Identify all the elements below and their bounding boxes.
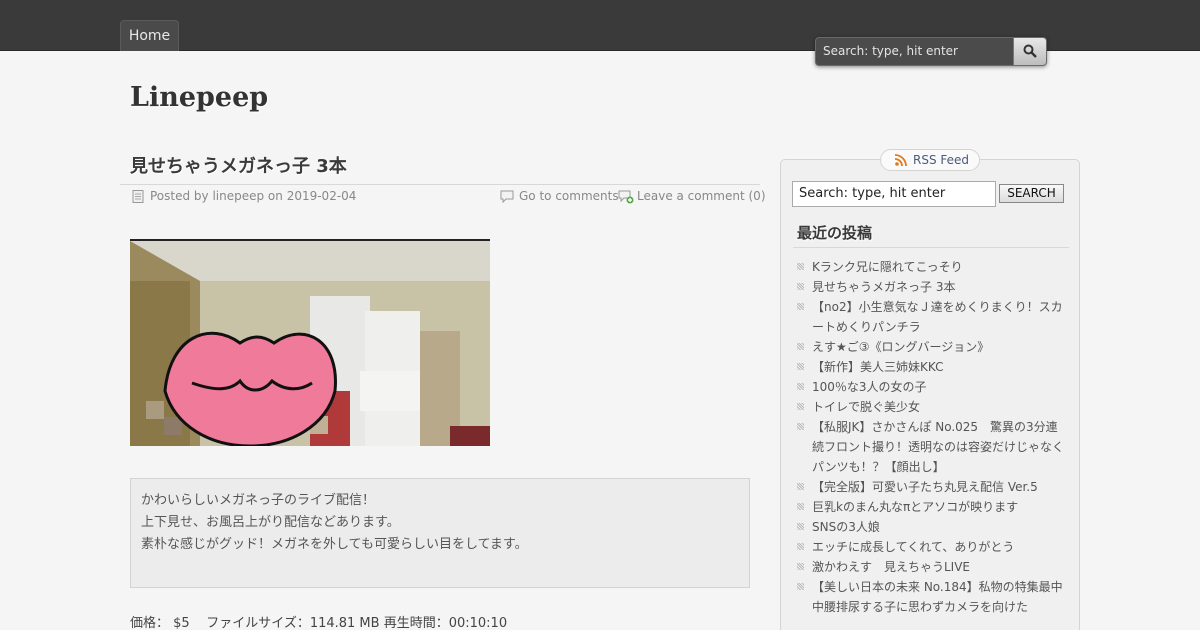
recent-posts-heading: 最近の投稿 [797, 224, 873, 242]
description-line: 上下見せ、お風呂上がり配信などあります。 [141, 515, 400, 530]
go-to-comments-label: Go to comments [519, 189, 619, 203]
document-icon [132, 190, 144, 203]
sidebar-search-input[interactable]: Search: type, hit enter [792, 181, 996, 207]
recent-post-link[interactable]: SNSの3人娘 [796, 517, 1064, 537]
recent-post-link[interactable]: 巨乳kのまん丸なπとアソコが映ります [796, 497, 1064, 517]
recent-post-link[interactable]: 【完全版】可愛い子たち丸見え配信 Ver.5 [796, 477, 1064, 497]
add-comment-icon [618, 190, 634, 204]
recent-post-link[interactable]: エッチに成長してくれて、ありがとう [796, 537, 1064, 557]
site-title[interactable]: Linepeep [130, 82, 268, 113]
post-meta: Posted by linepeep on 2019-02-04 Go to c… [130, 189, 766, 205]
rss-feed-link[interactable]: RSS Feed [880, 149, 980, 171]
rss-feed-label: RSS Feed [913, 153, 970, 167]
recent-post-link[interactable]: 【美しい日本の未来 No.184】私物の特集最中 中腰排尿する子に思わずカメラを… [796, 577, 1075, 617]
comment-bubble-icon [500, 190, 514, 203]
sidebar-search-button[interactable]: SEARCH [999, 184, 1064, 203]
recent-posts-divider [793, 247, 1069, 248]
description-line: かわいらしいメガネっ子のライブ配信！ [141, 493, 376, 508]
leave-comment-label: Leave a comment (0) [637, 189, 766, 203]
recent-post-link[interactable]: 100％な3人の女の子 [796, 377, 1064, 397]
recent-post-link[interactable]: 【私服JK】さかさんぽ No.025 驚異の3分連続フロント撮り！透明なのは容姿… [796, 417, 1064, 477]
price-filesize-duration: 価格： $5 ファイルサイズ：114.81 MB 再生時間：00:10:10 [130, 616, 508, 630]
recent-posts-list: Kランク兄に隠れてこっそり 見せちゃうメガネっ子 3本 【no2】小生意気なＪ達… [796, 257, 1075, 617]
recent-post-link[interactable]: Kランク兄に隠れてこっそり [796, 257, 1064, 277]
recent-post-link[interactable]: 激かわえす 見えちゃうLIVE [796, 557, 1064, 577]
recent-post-link[interactable]: トイレで脱ぐ美少女 [796, 397, 1064, 417]
recent-post-link[interactable]: 【no2】小生意気なＪ達をめくりまくり！スカートめくりパンチラ [796, 297, 1064, 337]
description-line: 素朴な感じがグッド！メガネを外しても可愛らしい目をしてます。 [141, 537, 528, 552]
post-thumbnail-image[interactable] [130, 239, 490, 446]
nav-home-tab[interactable]: Home [120, 20, 179, 51]
post-author-date-text: Posted by linepeep on 2019-02-04 [150, 189, 357, 203]
search-icon [1023, 44, 1037, 58]
recent-post-link[interactable]: 見せちゃうメガネっ子 3本 [796, 277, 1064, 297]
top-search-button[interactable] [1014, 38, 1046, 65]
post-title[interactable]: 見せちゃうメガネっ子 3本 [130, 152, 347, 178]
recent-post-link[interactable]: えす★ご③《ロングバージョン》 [796, 337, 1064, 357]
rss-icon [894, 154, 907, 167]
webcam-photo [130, 241, 490, 446]
top-search-input[interactable]: Search: type, hit enter [816, 38, 1014, 65]
recent-post-link[interactable]: 【新作】美人三姉妹KKC [796, 357, 1064, 377]
post-description-box: かわいらしいメガネっ子のライブ配信！ 上下見せ、お風呂上がり配信などあります。 … [130, 478, 750, 588]
top-search-box: Search: type, hit enter [815, 37, 1047, 66]
post-title-divider [120, 184, 760, 185]
